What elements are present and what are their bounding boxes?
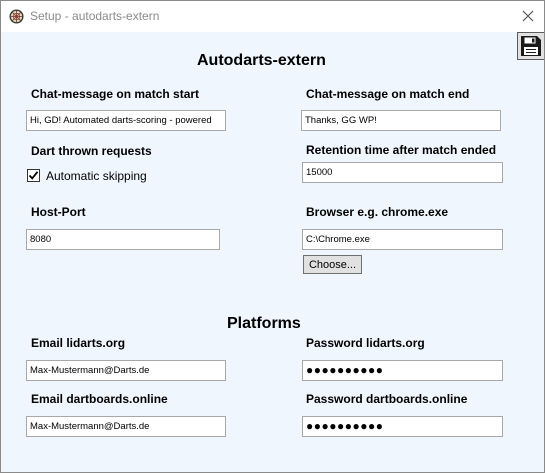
auto-skip-label[interactable]: Automatic skipping — [46, 169, 147, 183]
platforms-heading: Platforms — [227, 315, 301, 332]
checkmark-icon — [28, 171, 39, 180]
chat-start-label: Chat-message on match start — [31, 87, 200, 101]
browser-label: Browser e.g. chrome.exe — [306, 205, 449, 219]
dart-requests-label: Dart thrown requests — [31, 144, 152, 158]
password-lidarts-input[interactable]: ●●●●●●●●●● — [302, 360, 503, 381]
choose-button[interactable]: Choose... — [303, 255, 362, 274]
chat-start-input[interactable]: Hi, GD! Automated darts-scoring - powere… — [26, 110, 226, 131]
password-dartboards-label: Password dartboards.online — [306, 392, 468, 406]
auto-skip-checkbox[interactable] — [27, 169, 40, 182]
dartboard-icon — [9, 9, 24, 24]
email-lidarts-label: Email lidarts.org — [31, 336, 126, 350]
email-lidarts-input[interactable]: Max-Mustermann@Darts.de — [26, 360, 226, 381]
setup-window: Setup - autodarts-extern Autodarts-exter… — [0, 0, 545, 473]
host-port-input[interactable]: 8080 — [26, 229, 220, 250]
window-title: Setup - autodarts-extern — [30, 9, 160, 23]
password-lidarts-label: Password lidarts.org — [306, 336, 425, 350]
email-dartboards-label: Email dartboards.online — [31, 392, 168, 406]
retention-input[interactable]: 15000 — [302, 162, 503, 183]
close-icon — [522, 10, 534, 22]
autodarts-heading: Autodarts-extern — [197, 52, 326, 69]
email-dartboards-input[interactable]: Max-Mustermann@Darts.de — [26, 416, 226, 437]
password-dartboards-input[interactable]: ●●●●●●●●●● — [302, 416, 503, 437]
save-button[interactable] — [517, 32, 544, 60]
floppy-disk-icon — [521, 36, 541, 56]
chat-end-label: Chat-message on match end — [306, 87, 470, 101]
retention-label: Retention time after match ended — [306, 143, 497, 157]
close-button[interactable] — [515, 4, 541, 28]
chat-end-input[interactable]: Thanks, GG WP! — [301, 110, 501, 131]
title-bar: Setup - autodarts-extern — [1, 1, 544, 32]
browser-input[interactable]: C:\Chrome.exe — [302, 229, 503, 250]
host-port-label: Host-Port — [31, 205, 86, 219]
